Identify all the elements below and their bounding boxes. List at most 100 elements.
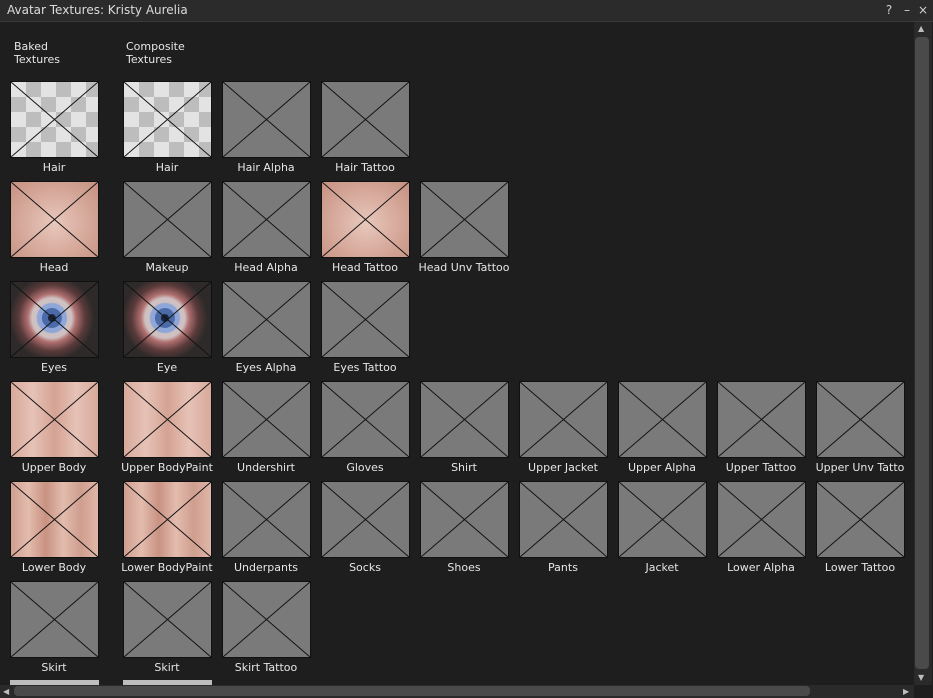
cross-icon (421, 482, 508, 557)
scroll-up-arrow-icon[interactable]: ▲ (918, 24, 924, 33)
texture-thumbnail[interactable] (10, 581, 99, 658)
texture-thumbnail[interactable] (321, 281, 410, 358)
texture-label: Eye (156, 361, 178, 374)
texture-thumbnail[interactable] (10, 381, 99, 458)
scroll-right-arrow-icon[interactable]: ▶ (903, 687, 909, 696)
cross-icon (322, 82, 409, 157)
composite-textures-header: Composite Textures (126, 40, 185, 66)
texture-thumbnail[interactable] (10, 181, 99, 258)
cross-icon (11, 582, 98, 657)
texture-thumbnail[interactable] (519, 381, 608, 458)
texture-thumbnail[interactable] (816, 481, 905, 558)
header-line: Composite (126, 40, 185, 53)
texture-label: Lower Tattoo (824, 561, 896, 574)
cross-icon (322, 282, 409, 357)
texture-label: Head (39, 261, 69, 274)
texture-thumbnail[interactable] (123, 381, 212, 458)
header-line: Textures (126, 53, 172, 66)
cross-icon (223, 382, 310, 457)
texture-label: Underpants (233, 561, 299, 574)
cross-icon (619, 382, 706, 457)
texture-label: Hair (155, 161, 179, 174)
help-icon[interactable]: ? (883, 3, 895, 17)
texture-thumbnail[interactable] (10, 81, 99, 158)
texture-label: Shirt (451, 461, 477, 474)
cross-icon (223, 582, 310, 657)
texture-label: Head Alpha (234, 261, 298, 274)
texture-label: Upper Unv Tatto (815, 461, 905, 474)
texture-thumbnail[interactable] (420, 481, 509, 558)
texture-thumbnail[interactable] (10, 281, 99, 358)
texture-thumbnail[interactable] (10, 481, 99, 558)
texture-thumbnail[interactable] (222, 481, 311, 558)
texture-label: Eyes Tattoo (333, 361, 397, 374)
texture-thumbnail[interactable] (420, 181, 509, 258)
texture-thumbnail[interactable] (519, 481, 608, 558)
texture-label: Upper BodyPaint (121, 461, 213, 474)
cross-icon (11, 382, 98, 457)
texture-label: Lower Alpha (727, 561, 795, 574)
baked-textures-header: Baked Textures (14, 40, 60, 66)
texture-thumbnail[interactable] (717, 481, 806, 558)
cross-icon (223, 182, 310, 257)
header-line: Textures (14, 53, 60, 66)
cross-icon (11, 482, 98, 557)
scroll-down-arrow-icon[interactable]: ▼ (918, 673, 924, 682)
cross-icon (718, 382, 805, 457)
cross-icon (11, 282, 98, 357)
cross-icon (124, 282, 211, 357)
texture-label: Head Tattoo (332, 261, 398, 274)
texture-thumbnail[interactable] (321, 181, 410, 258)
texture-thumbnail[interactable] (222, 181, 311, 258)
texture-label: Upper Jacket (528, 461, 598, 474)
texture-label: Upper Alpha (627, 461, 697, 474)
title-bar[interactable]: Avatar Textures: Kristy Aurelia ? – × (0, 0, 933, 22)
texture-thumbnail[interactable] (222, 281, 311, 358)
cross-icon (421, 182, 508, 257)
texture-label: Pants (548, 561, 578, 574)
texture-thumbnail[interactable] (321, 481, 410, 558)
cross-icon (124, 482, 211, 557)
texture-thumbnail[interactable] (123, 181, 212, 258)
texture-label: Skirt Tattoo (234, 661, 298, 674)
texture-label: Socks (349, 561, 381, 574)
vertical-scroll-thumb[interactable] (915, 37, 929, 669)
texture-label: Makeup (145, 261, 189, 274)
cross-icon (124, 182, 211, 257)
cross-icon (223, 482, 310, 557)
scroll-left-arrow-icon[interactable]: ◀ (3, 687, 9, 696)
texture-thumbnail[interactable] (123, 581, 212, 658)
minimize-icon[interactable]: – (901, 3, 913, 17)
header-line: Baked (14, 40, 49, 53)
texture-thumbnail[interactable] (618, 481, 707, 558)
texture-thumbnail[interactable] (222, 581, 311, 658)
texture-thumbnail[interactable] (123, 281, 212, 358)
texture-thumbnail[interactable] (321, 81, 410, 158)
cross-icon (619, 482, 706, 557)
texture-thumbnail[interactable] (816, 381, 905, 458)
texture-thumbnail[interactable] (222, 81, 311, 158)
texture-label: Upper Tattoo (725, 461, 797, 474)
texture-thumbnail[interactable] (717, 381, 806, 458)
texture-label: Eyes (41, 361, 67, 374)
cross-icon (520, 382, 607, 457)
horizontal-scroll-thumb[interactable] (14, 686, 810, 696)
cross-icon (817, 482, 904, 557)
texture-label: Skirt (154, 661, 180, 674)
texture-label: Jacket (645, 561, 679, 574)
texture-thumbnail[interactable] (222, 381, 311, 458)
texture-thumbnail[interactable] (321, 381, 410, 458)
texture-thumbnail[interactable] (420, 381, 509, 458)
texture-thumbnail[interactable] (123, 481, 212, 558)
texture-label: Hair (42, 161, 66, 174)
texture-label: Shoes (447, 561, 481, 574)
texture-thumbnail[interactable] (123, 81, 212, 158)
close-icon[interactable]: × (917, 3, 929, 17)
texture-label: Undershirt (237, 461, 295, 474)
cross-icon (322, 382, 409, 457)
cross-icon (124, 582, 211, 657)
cross-icon (322, 482, 409, 557)
texture-thumbnail[interactable] (618, 381, 707, 458)
cross-icon (520, 482, 607, 557)
cross-icon (322, 182, 409, 257)
